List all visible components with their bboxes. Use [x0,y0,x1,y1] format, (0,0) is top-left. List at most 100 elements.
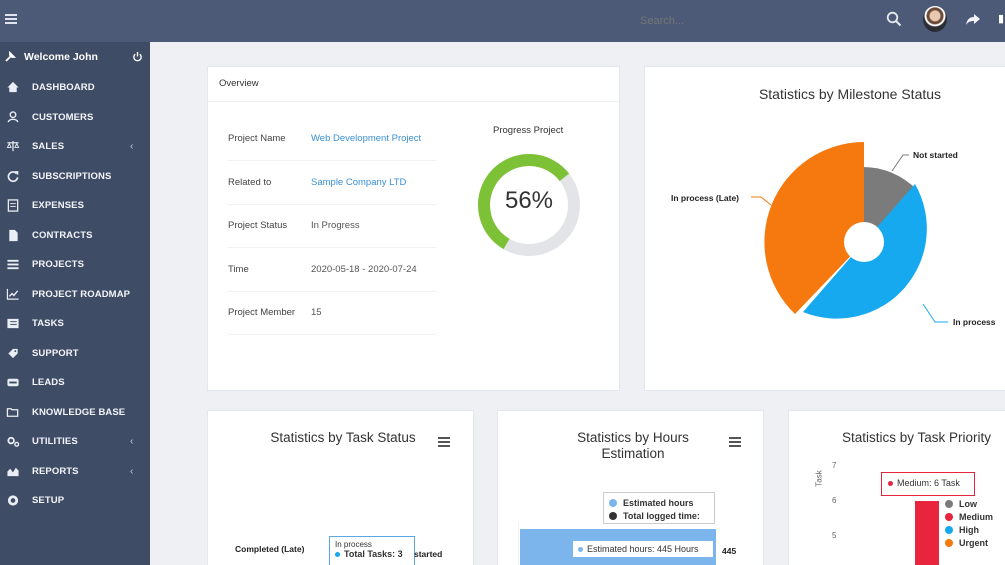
chevron-left-icon[interactable]: ‹ [130,466,133,477]
milestone-pie-chart [751,142,948,323]
sidebar-item-subscriptions[interactable]: SUBSCRIPTIONS [0,162,150,192]
legend-label: Total logged time: [623,510,700,521]
line-chart-icon [6,288,19,300]
priority-tooltip: Medium: 6 Task [881,472,975,496]
sidebar-item-dashboard[interactable]: DASHBOARD [0,73,150,103]
sidebar-welcome: Welcome John [0,42,150,72]
legend-label: Medium [959,511,994,522]
priority-title: Statistics by Task Priority [842,430,992,445]
sidebar-item-utilities[interactable]: UTILITIES ‹ [0,427,150,457]
share-icon[interactable] [965,11,981,27]
search-input[interactable] [640,12,860,30]
sidebar: Welcome John DASHBOARD CUSTOMERS SALES ‹ SUB… [0,42,150,565]
power-icon[interactable] [132,51,143,62]
legend-dot [609,511,617,520]
sidebar-item-label: PROJECTS [32,259,85,270]
legend-dot [945,525,953,534]
task-status-tooltip: In process Total Tasks: 3 [329,536,415,565]
legend-item[interactable]: Urgent [945,536,993,549]
overview-row-key: Related to [228,176,272,188]
overview-row: Time 2020-05-18 - 2020-07-24 [228,248,436,292]
sidebar-item-support[interactable]: SUPPORT [0,339,150,369]
bars-icon [7,259,19,270]
milestone-panel: Statistics by Milestone Status Not start… [644,66,1005,391]
legend-item[interactable]: Low [945,497,993,510]
task-status-panel: Statistics by Task Status Completed (Lat… [207,410,474,565]
hours-bar-label: 445 [722,546,737,556]
label-started: started [414,549,443,559]
overview-row: Project Member 15 [228,291,436,335]
cog-icon [7,495,19,506]
sidebar-item-label: PROJECT ROADMAP [32,288,131,300]
sidebar-item-label: REPORTS [32,465,79,477]
overview-row-value: 2020-05-18 - 2020-07-24 [311,263,417,275]
overview-row-key: Project Status [228,220,288,231]
logout-icon[interactable]: ▮ [998,12,1004,25]
hours-title: Statistics by Hours Estimation [577,430,689,461]
bar-medium[interactable] [915,501,939,565]
label-in-process: In process [953,317,996,327]
overview-row: Project Status In Progress [228,204,436,248]
legend-label: Low [959,498,977,509]
search-icon[interactable] [886,11,902,27]
chart-menu-icon[interactable] [729,437,741,447]
sidebar-item-sales[interactable]: SALES ‹ [0,132,150,162]
sidebar-item-knowledge-base[interactable]: KNOWLEDGE BASE [0,398,150,428]
sidebar-item-reports[interactable]: REPORTS ‹ [0,457,150,487]
pie-center-hole [844,222,884,262]
user-icon [7,110,19,122]
sidebar-item-label: EXPENSES [32,200,85,211]
sidebar-item-label: SALES [32,141,65,152]
area-chart-icon [7,467,19,476]
legend-dot [945,499,953,508]
legend-label: High [959,524,979,535]
sidebar-item-customers[interactable]: CUSTOMERS [0,103,150,133]
overview-row-value: 15 [311,307,322,318]
menu-icon[interactable] [5,14,17,26]
hours-panel: Statistics by Hours Estimation Estimated… [497,410,764,565]
chevron-left-icon[interactable]: ‹ [130,436,133,447]
tasks-icon [7,318,19,329]
sidebar-item-contracts[interactable]: CONTRACTS [0,221,150,251]
chart-menu-icon[interactable] [438,437,450,447]
sidebar-item-label: CONTRACTS [32,229,93,241]
sidebar-item-setup[interactable]: SETUP [0,486,150,516]
legend-item[interactable]: Medium [945,510,993,523]
sidebar-item-projects[interactable]: PROJECTS [0,250,150,280]
file-icon [9,229,18,241]
overview-row-value[interactable]: Web Development Project [311,133,421,144]
sidebar-item-project-roadmap[interactable]: PROJECT ROADMAP [0,280,150,310]
sidebar-item-expenses[interactable]: EXPENSES [0,191,150,221]
legend-item[interactable]: Estimated hours [609,496,709,509]
sidebar-item-label: SETUP [32,495,65,506]
home-icon [7,81,19,93]
progress-value: 56% [504,187,554,214]
legend-dot [609,498,617,507]
avatar[interactable] [923,6,947,32]
ticket-icon [8,348,18,358]
overview-row-value[interactable]: Sample Company LTD [311,177,406,188]
y-tick-label: 6 [832,496,837,505]
overview-row-key: Time [228,263,249,275]
sidebar-item-label: SUPPORT [32,347,79,359]
sidebar-item-leads[interactable]: LEADS [0,368,150,398]
sidebar-item-tasks[interactable]: TASKS [0,309,150,339]
overview-row-key: Project Name [228,133,286,144]
legend-label: Urgent [959,537,988,548]
file-text-icon [7,199,19,212]
legend-label: Estimated hours [623,497,694,508]
sidebar-item-label: CUSTOMERS [32,111,94,123]
refresh-icon [7,170,19,182]
wrench-icon [5,51,16,62]
tooltip-dot [578,547,583,552]
sidebar-item-label: SUBSCRIPTIONS [32,170,112,182]
balance-icon [6,140,20,152]
chevron-left-icon[interactable]: ‹ [130,141,133,152]
legend-item[interactable]: High [945,523,993,536]
legend-dot [945,512,953,521]
label-completed-late: Completed (Late) [235,544,305,554]
hours-legend: Estimated hours Total logged time: [603,492,715,524]
connector-not-started [891,154,909,172]
overview-row-value: In Progress [311,220,360,231]
tooltip-dot [335,552,340,557]
